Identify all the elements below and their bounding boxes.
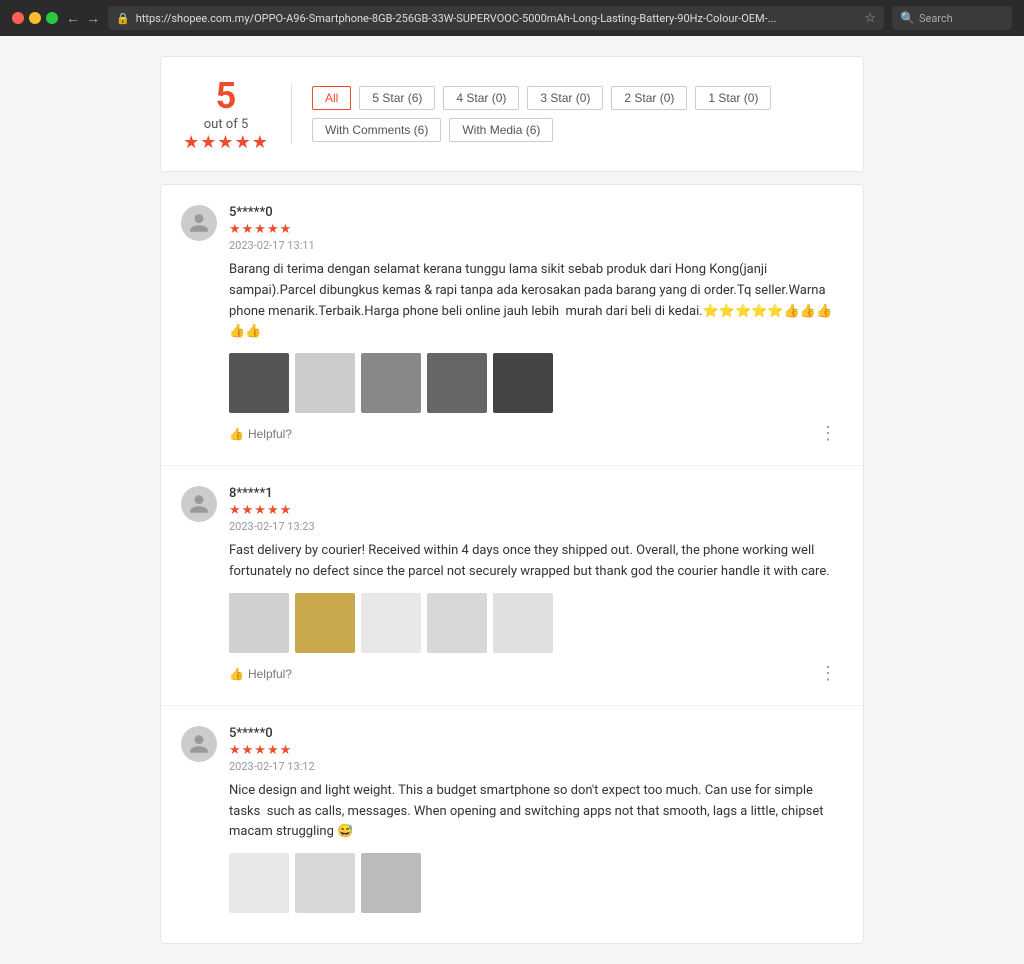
review-image[interactable] xyxy=(361,593,421,653)
thumbs-up-icon: 👍 xyxy=(229,427,244,441)
rating-out-of: out of 5 xyxy=(181,117,271,132)
helpful-label: Helpful? xyxy=(248,667,292,681)
forward-icon[interactable]: → xyxy=(86,10,100,27)
helpful-label: Helpful? xyxy=(248,427,292,441)
rating-score-block: 5 out of 5 ★★★★★ xyxy=(181,75,271,153)
review-stars: ★★★★★ xyxy=(229,503,843,518)
review-meta: 5*****0 ★★★★★ 2023-02-17 13:12 Nice desi… xyxy=(229,726,843,923)
avatar xyxy=(181,486,217,522)
page-content: 5 out of 5 ★★★★★ All 5 Star (6) 4 Star (… xyxy=(0,36,1024,964)
review-date: 2023-02-17 13:23 xyxy=(229,520,843,533)
review-meta: 5*****0 ★★★★★ 2023-02-17 13:11 Barang di… xyxy=(229,205,843,445)
filter-comments-button[interactable]: With Comments (6) xyxy=(312,118,441,142)
search-label: Search xyxy=(919,12,953,25)
filter-3star-button[interactable]: 3 Star (0) xyxy=(527,86,603,110)
review-item: 5*****0 ★★★★★ 2023-02-17 13:12 Nice desi… xyxy=(161,706,863,943)
review-image[interactable] xyxy=(295,353,355,413)
search-bar[interactable]: 🔍 Search xyxy=(892,6,1012,30)
fullscreen-traffic-light[interactable] xyxy=(46,12,58,24)
filter-5star-button[interactable]: 5 Star (6) xyxy=(359,86,435,110)
helpful-button[interactable]: 👍 Helpful? xyxy=(229,427,292,441)
review-image[interactable] xyxy=(493,353,553,413)
filter-all-button[interactable]: All xyxy=(312,86,351,110)
review-images xyxy=(229,853,843,913)
rating-section: 5 out of 5 ★★★★★ All 5 Star (6) 4 Star (… xyxy=(160,56,864,172)
address-bar[interactable]: 🔒 https://shopee.com.my/OPPO-A96-Smartph… xyxy=(108,6,884,30)
filter-2star-button[interactable]: 2 Star (0) xyxy=(611,86,687,110)
review-text: Fast delivery by courier! Received withi… xyxy=(229,541,843,583)
review-header: 8*****1 ★★★★★ 2023-02-17 13:23 Fast deli… xyxy=(181,486,843,685)
user-icon xyxy=(188,212,210,234)
minimize-traffic-light[interactable] xyxy=(29,12,41,24)
user-icon xyxy=(188,733,210,755)
review-actions: 👍 Helpful? ⋮ xyxy=(229,423,843,445)
review-text: Barang di terima dengan selamat kerana t… xyxy=(229,260,843,343)
rating-number: 5 xyxy=(181,75,271,117)
review-stars: ★★★★★ xyxy=(229,222,843,237)
more-options-button[interactable]: ⋮ xyxy=(813,423,843,445)
star-filter-row: All 5 Star (6) 4 Star (0) 3 Star (0) 2 S… xyxy=(312,86,771,110)
review-image[interactable] xyxy=(229,853,289,913)
user-icon xyxy=(188,493,210,515)
reviews-container: 5*****0 ★★★★★ 2023-02-17 13:11 Barang di… xyxy=(160,184,864,944)
reviewer-name: 8*****1 xyxy=(229,486,843,501)
review-image[interactable] xyxy=(361,353,421,413)
review-text: Nice design and light weight. This a bud… xyxy=(229,781,843,843)
rating-stars-big: ★★★★★ xyxy=(181,132,271,153)
review-image[interactable] xyxy=(427,593,487,653)
review-image[interactable] xyxy=(493,593,553,653)
filter-media-button[interactable]: With Media (6) xyxy=(449,118,553,142)
review-header: 5*****0 ★★★★★ 2023-02-17 13:11 Barang di… xyxy=(181,205,843,445)
thumbs-up-icon: 👍 xyxy=(229,667,244,681)
url-text: https://shopee.com.my/OPPO-A96-Smartphon… xyxy=(136,12,859,25)
review-actions: 👍 Helpful? ⋮ xyxy=(229,663,843,685)
review-image[interactable] xyxy=(229,353,289,413)
rating-filters: All 5 Star (6) 4 Star (0) 3 Star (0) 2 S… xyxy=(312,86,771,142)
browser-nav-icons: ← → xyxy=(66,10,100,27)
close-traffic-light[interactable] xyxy=(12,12,24,24)
review-item: 8*****1 ★★★★★ 2023-02-17 13:23 Fast deli… xyxy=(161,466,863,706)
review-image[interactable] xyxy=(295,853,355,913)
traffic-lights xyxy=(12,12,58,24)
reviewer-name: 5*****0 xyxy=(229,205,843,220)
review-date: 2023-02-17 13:12 xyxy=(229,760,843,773)
lock-icon: 🔒 xyxy=(116,12,130,25)
more-options-button[interactable]: ⋮ xyxy=(813,663,843,685)
filter-1star-button[interactable]: 1 Star (0) xyxy=(695,86,771,110)
bookmark-icon[interactable]: ☆ xyxy=(864,11,876,26)
helpful-button[interactable]: 👍 Helpful? xyxy=(229,667,292,681)
media-filter-row: With Comments (6) With Media (6) xyxy=(312,118,771,142)
review-image[interactable] xyxy=(361,853,421,913)
avatar xyxy=(181,726,217,762)
avatar xyxy=(181,205,217,241)
review-item: 5*****0 ★★★★★ 2023-02-17 13:11 Barang di… xyxy=(161,185,863,466)
review-image[interactable] xyxy=(229,593,289,653)
rating-divider xyxy=(291,84,292,144)
review-image[interactable] xyxy=(427,353,487,413)
filter-4star-button[interactable]: 4 Star (0) xyxy=(443,86,519,110)
reviewer-name: 5*****0 xyxy=(229,726,843,741)
review-date: 2023-02-17 13:11 xyxy=(229,239,843,252)
review-images xyxy=(229,593,843,653)
review-header: 5*****0 ★★★★★ 2023-02-17 13:12 Nice desi… xyxy=(181,726,843,923)
search-icon: 🔍 xyxy=(900,11,915,25)
browser-chrome: ← → 🔒 https://shopee.com.my/OPPO-A96-Sma… xyxy=(0,0,1024,36)
review-images xyxy=(229,353,843,413)
review-meta: 8*****1 ★★★★★ 2023-02-17 13:23 Fast deli… xyxy=(229,486,843,685)
review-image[interactable] xyxy=(295,593,355,653)
back-icon[interactable]: ← xyxy=(66,10,80,27)
